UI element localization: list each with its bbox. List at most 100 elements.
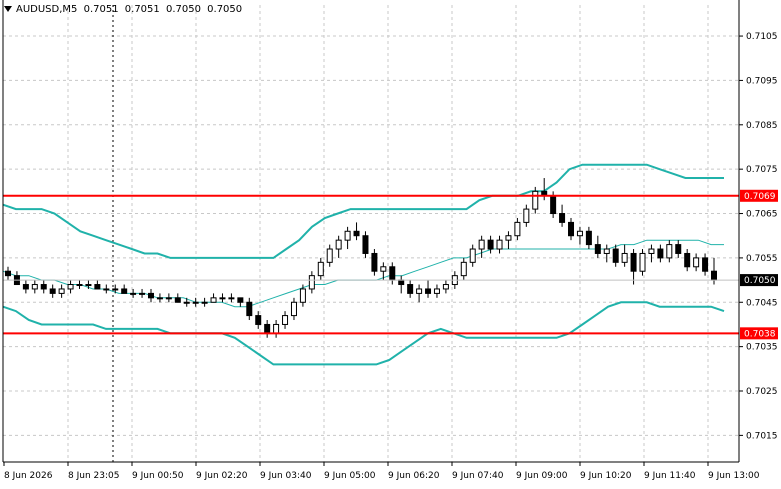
candle[interactable]	[594, 235, 601, 258]
candle[interactable]	[657, 244, 664, 263]
candle[interactable]	[693, 253, 700, 272]
close-value: 0.7050	[207, 4, 243, 15]
candle[interactable]	[612, 244, 619, 267]
candle-body	[693, 257, 700, 268]
candle[interactable]	[219, 293, 226, 303]
time-tick-label: 9 Jun 03:40	[260, 471, 312, 481]
time-axis[interactable]: 8 Jun 2026 8 Jun 23:05 9 Jun 00:50 9 Jun 02…	[3, 462, 760, 481]
candle-body	[559, 213, 566, 223]
candle[interactable]	[523, 204, 530, 227]
candle-body	[344, 230, 351, 241]
candle[interactable]	[344, 226, 351, 250]
candle[interactable]	[210, 293, 217, 303]
candle[interactable]	[398, 275, 405, 294]
candle[interactable]	[174, 293, 181, 303]
candle[interactable]	[675, 240, 682, 258]
candle[interactable]	[31, 280, 38, 294]
candle[interactable]	[621, 244, 628, 267]
low-value: 0.7050	[165, 4, 201, 15]
candle[interactable]	[228, 293, 235, 303]
candle[interactable]	[568, 217, 575, 241]
candle[interactable]	[478, 235, 485, 258]
candle[interactable]	[505, 231, 512, 250]
candle-body	[165, 297, 172, 300]
candle-body	[514, 221, 521, 237]
candle[interactable]	[192, 297, 199, 307]
candle[interactable]	[139, 288, 146, 298]
candle-body	[523, 208, 530, 223]
candle[interactable]	[648, 244, 655, 263]
price-chart[interactable]: 0.7105 0.7095 0.7085 0.7075 0.7065 0.7055 0.70…	[0, 0, 781, 489]
candle[interactable]	[103, 284, 110, 294]
chart-window[interactable]: 0.7105 0.7095 0.7085 0.7075 0.7065 0.7055 0.70…	[0, 0, 781, 489]
candle[interactable]	[639, 249, 646, 276]
candle[interactable]	[282, 311, 289, 329]
candle[interactable]	[469, 244, 476, 267]
candle[interactable]	[290, 297, 297, 321]
time-tick-label: 9 Jun 07:40	[452, 471, 504, 481]
candle-body	[326, 248, 333, 263]
candle[interactable]	[442, 280, 449, 294]
candle[interactable]	[121, 284, 128, 294]
candle[interactable]	[576, 226, 583, 245]
candle[interactable]	[40, 280, 47, 294]
candle-body	[112, 288, 119, 291]
candle[interactable]	[585, 226, 592, 250]
candle[interactable]	[425, 280, 432, 298]
candle[interactable]	[308, 271, 315, 294]
time-tick-label: 8 Jun 23:05	[68, 471, 119, 481]
candle[interactable]	[22, 280, 29, 294]
candle[interactable]	[487, 235, 494, 254]
candle-body	[532, 190, 539, 210]
candle[interactable]	[407, 280, 414, 298]
candle-body	[67, 284, 74, 290]
candle[interactable]	[94, 280, 101, 290]
candle[interactable]	[246, 297, 253, 321]
candle[interactable]	[326, 244, 333, 267]
level-price-tag-label: 0.7038	[744, 329, 776, 339]
candle-body	[308, 275, 315, 290]
candle-body	[31, 284, 38, 290]
candle[interactable]	[389, 262, 396, 285]
candle[interactable]	[684, 249, 691, 272]
candle-body	[594, 244, 601, 254]
candle[interactable]	[630, 249, 637, 285]
candle[interactable]	[237, 297, 244, 307]
candle[interactable]	[460, 257, 467, 281]
price-axis[interactable]: 0.7105 0.7095 0.7085 0.7075 0.7065 0.7055 0.70…	[739, 32, 778, 441]
candle[interactable]	[559, 204, 566, 227]
candle[interactable]	[416, 284, 423, 303]
candle[interactable]	[371, 249, 378, 276]
candle[interactable]	[147, 288, 154, 303]
candle[interactable]	[5, 266, 11, 281]
candle-body	[416, 288, 423, 294]
candle-body	[58, 288, 65, 294]
candle[interactable]	[49, 284, 56, 298]
candle[interactable]	[76, 280, 83, 289]
candle[interactable]	[130, 288, 137, 298]
candle-body	[711, 270, 717, 281]
candle[interactable]	[165, 293, 172, 303]
candle[interactable]	[666, 240, 673, 263]
candle[interactable]	[496, 235, 503, 254]
price-tick-label: 0.7085	[746, 121, 778, 131]
candle[interactable]	[317, 257, 324, 281]
candle-body	[442, 284, 449, 290]
candle[interactable]	[201, 297, 208, 307]
candle[interactable]	[603, 244, 610, 263]
time-tick-label: 9 Jun 13:00	[708, 471, 760, 481]
candle[interactable]	[532, 186, 539, 214]
candle[interactable]	[702, 253, 709, 276]
candle-body	[603, 248, 610, 254]
candle[interactable]	[13, 271, 20, 286]
candle[interactable]	[156, 293, 163, 303]
candle[interactable]	[433, 284, 440, 298]
candle[interactable]	[362, 231, 369, 258]
candle[interactable]	[58, 284, 65, 298]
candle[interactable]	[264, 320, 271, 338]
candle[interactable]	[353, 222, 360, 241]
candle[interactable]	[67, 280, 74, 294]
candle[interactable]	[273, 320, 280, 338]
candle-body	[76, 284, 83, 287]
candle[interactable]	[335, 235, 342, 258]
